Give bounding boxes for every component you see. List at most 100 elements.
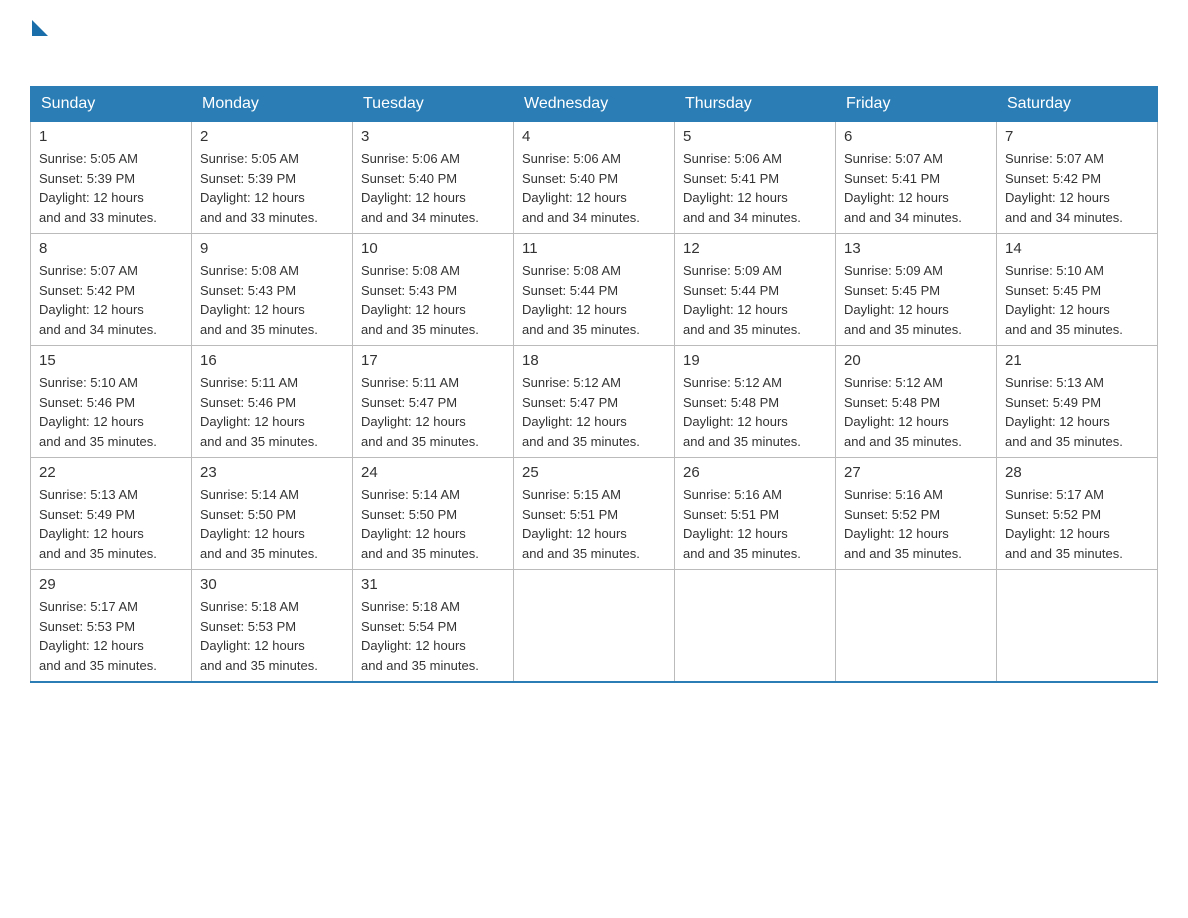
calendar-table: SundayMondayTuesdayWednesdayThursdayFrid… bbox=[30, 86, 1158, 683]
day-number: 10 bbox=[361, 240, 505, 257]
daylight-minutes: and and 33 minutes. bbox=[39, 210, 157, 225]
daylight-label: Daylight: 12 hours bbox=[683, 414, 788, 429]
day-number: 23 bbox=[200, 464, 344, 481]
daylight-label: Daylight: 12 hours bbox=[683, 302, 788, 317]
logo bbox=[30, 20, 48, 66]
sunset-label: Sunset: 5:42 PM bbox=[1005, 171, 1101, 186]
daylight-minutes: and and 35 minutes. bbox=[361, 658, 479, 673]
day-number: 20 bbox=[844, 352, 988, 369]
daylight-minutes: and and 35 minutes. bbox=[200, 658, 318, 673]
calendar-day-cell bbox=[836, 570, 997, 683]
sunset-label: Sunset: 5:43 PM bbox=[361, 283, 457, 298]
day-number: 13 bbox=[844, 240, 988, 257]
sunrise-label: Sunrise: 5:05 AM bbox=[200, 151, 299, 166]
day-of-week-header: Monday bbox=[192, 87, 353, 122]
sunset-label: Sunset: 5:41 PM bbox=[844, 171, 940, 186]
calendar-day-cell: 14 Sunrise: 5:10 AM Sunset: 5:45 PM Dayl… bbox=[997, 234, 1158, 346]
sunset-label: Sunset: 5:47 PM bbox=[361, 395, 457, 410]
calendar-day-cell: 1 Sunrise: 5:05 AM Sunset: 5:39 PM Dayli… bbox=[31, 122, 192, 234]
day-of-week-header: Thursday bbox=[675, 87, 836, 122]
daylight-minutes: and and 34 minutes. bbox=[361, 210, 479, 225]
calendar-day-cell: 30 Sunrise: 5:18 AM Sunset: 5:53 PM Dayl… bbox=[192, 570, 353, 683]
sunrise-label: Sunrise: 5:11 AM bbox=[361, 375, 459, 390]
day-info: Sunrise: 5:07 AM Sunset: 5:42 PM Dayligh… bbox=[1005, 149, 1149, 227]
daylight-label: Daylight: 12 hours bbox=[522, 302, 627, 317]
day-number: 28 bbox=[1005, 464, 1149, 481]
day-number: 30 bbox=[200, 576, 344, 593]
sunrise-label: Sunrise: 5:10 AM bbox=[1005, 263, 1104, 278]
day-number: 6 bbox=[844, 128, 988, 145]
sunset-label: Sunset: 5:43 PM bbox=[200, 283, 296, 298]
sunrise-label: Sunrise: 5:17 AM bbox=[39, 599, 138, 614]
sunrise-label: Sunrise: 5:13 AM bbox=[39, 487, 138, 502]
daylight-label: Daylight: 12 hours bbox=[361, 190, 466, 205]
calendar-day-cell: 5 Sunrise: 5:06 AM Sunset: 5:41 PM Dayli… bbox=[675, 122, 836, 234]
day-info: Sunrise: 5:14 AM Sunset: 5:50 PM Dayligh… bbox=[200, 485, 344, 563]
sunset-label: Sunset: 5:49 PM bbox=[1005, 395, 1101, 410]
calendar-day-cell: 26 Sunrise: 5:16 AM Sunset: 5:51 PM Dayl… bbox=[675, 458, 836, 570]
calendar-day-cell: 3 Sunrise: 5:06 AM Sunset: 5:40 PM Dayli… bbox=[353, 122, 514, 234]
calendar-day-cell bbox=[675, 570, 836, 683]
day-number: 24 bbox=[361, 464, 505, 481]
page-header bbox=[30, 20, 1158, 66]
day-info: Sunrise: 5:06 AM Sunset: 5:41 PM Dayligh… bbox=[683, 149, 827, 227]
day-info: Sunrise: 5:13 AM Sunset: 5:49 PM Dayligh… bbox=[39, 485, 183, 563]
daylight-minutes: and and 35 minutes. bbox=[844, 434, 962, 449]
day-info: Sunrise: 5:10 AM Sunset: 5:45 PM Dayligh… bbox=[1005, 261, 1149, 339]
daylight-minutes: and and 35 minutes. bbox=[683, 434, 801, 449]
sunset-label: Sunset: 5:53 PM bbox=[39, 619, 135, 634]
calendar-day-cell: 6 Sunrise: 5:07 AM Sunset: 5:41 PM Dayli… bbox=[836, 122, 997, 234]
daylight-minutes: and and 35 minutes. bbox=[522, 322, 640, 337]
daylight-label: Daylight: 12 hours bbox=[683, 190, 788, 205]
calendar-day-cell: 29 Sunrise: 5:17 AM Sunset: 5:53 PM Dayl… bbox=[31, 570, 192, 683]
day-info: Sunrise: 5:18 AM Sunset: 5:53 PM Dayligh… bbox=[200, 597, 344, 675]
daylight-minutes: and and 34 minutes. bbox=[844, 210, 962, 225]
daylight-label: Daylight: 12 hours bbox=[200, 190, 305, 205]
day-number: 22 bbox=[39, 464, 183, 481]
daylight-label: Daylight: 12 hours bbox=[200, 526, 305, 541]
sunrise-label: Sunrise: 5:14 AM bbox=[361, 487, 460, 502]
sunrise-label: Sunrise: 5:06 AM bbox=[361, 151, 460, 166]
daylight-label: Daylight: 12 hours bbox=[39, 414, 144, 429]
day-of-week-header: Sunday bbox=[31, 87, 192, 122]
sunrise-label: Sunrise: 5:08 AM bbox=[361, 263, 460, 278]
day-number: 11 bbox=[522, 240, 666, 257]
calendar-day-cell: 18 Sunrise: 5:12 AM Sunset: 5:47 PM Dayl… bbox=[514, 346, 675, 458]
day-number: 5 bbox=[683, 128, 827, 145]
day-number: 9 bbox=[200, 240, 344, 257]
calendar-day-cell: 22 Sunrise: 5:13 AM Sunset: 5:49 PM Dayl… bbox=[31, 458, 192, 570]
sunrise-label: Sunrise: 5:13 AM bbox=[1005, 375, 1104, 390]
calendar-day-cell: 9 Sunrise: 5:08 AM Sunset: 5:43 PM Dayli… bbox=[192, 234, 353, 346]
sunrise-label: Sunrise: 5:11 AM bbox=[200, 375, 298, 390]
sunset-label: Sunset: 5:41 PM bbox=[683, 171, 779, 186]
calendar-day-cell: 8 Sunrise: 5:07 AM Sunset: 5:42 PM Dayli… bbox=[31, 234, 192, 346]
day-info: Sunrise: 5:16 AM Sunset: 5:51 PM Dayligh… bbox=[683, 485, 827, 563]
day-info: Sunrise: 5:15 AM Sunset: 5:51 PM Dayligh… bbox=[522, 485, 666, 563]
sunrise-label: Sunrise: 5:08 AM bbox=[522, 263, 621, 278]
sunrise-label: Sunrise: 5:08 AM bbox=[200, 263, 299, 278]
day-number: 19 bbox=[683, 352, 827, 369]
daylight-minutes: and and 35 minutes. bbox=[1005, 546, 1123, 561]
calendar-day-cell: 21 Sunrise: 5:13 AM Sunset: 5:49 PM Dayl… bbox=[997, 346, 1158, 458]
daylight-minutes: and and 35 minutes. bbox=[361, 434, 479, 449]
daylight-minutes: and and 35 minutes. bbox=[39, 658, 157, 673]
day-number: 16 bbox=[200, 352, 344, 369]
day-number: 27 bbox=[844, 464, 988, 481]
daylight-label: Daylight: 12 hours bbox=[844, 526, 949, 541]
sunset-label: Sunset: 5:52 PM bbox=[844, 507, 940, 522]
day-info: Sunrise: 5:07 AM Sunset: 5:42 PM Dayligh… bbox=[39, 261, 183, 339]
day-info: Sunrise: 5:08 AM Sunset: 5:44 PM Dayligh… bbox=[522, 261, 666, 339]
sunrise-label: Sunrise: 5:15 AM bbox=[522, 487, 621, 502]
day-of-week-header: Wednesday bbox=[514, 87, 675, 122]
sunset-label: Sunset: 5:50 PM bbox=[361, 507, 457, 522]
sunset-label: Sunset: 5:54 PM bbox=[361, 619, 457, 634]
daylight-label: Daylight: 12 hours bbox=[1005, 190, 1110, 205]
daylight-label: Daylight: 12 hours bbox=[1005, 526, 1110, 541]
daylight-label: Daylight: 12 hours bbox=[844, 414, 949, 429]
calendar-day-cell: 16 Sunrise: 5:11 AM Sunset: 5:46 PM Dayl… bbox=[192, 346, 353, 458]
sunrise-label: Sunrise: 5:12 AM bbox=[683, 375, 782, 390]
sunset-label: Sunset: 5:53 PM bbox=[200, 619, 296, 634]
day-info: Sunrise: 5:08 AM Sunset: 5:43 PM Dayligh… bbox=[361, 261, 505, 339]
sunrise-label: Sunrise: 5:12 AM bbox=[844, 375, 943, 390]
calendar-week-row: 22 Sunrise: 5:13 AM Sunset: 5:49 PM Dayl… bbox=[31, 458, 1158, 570]
